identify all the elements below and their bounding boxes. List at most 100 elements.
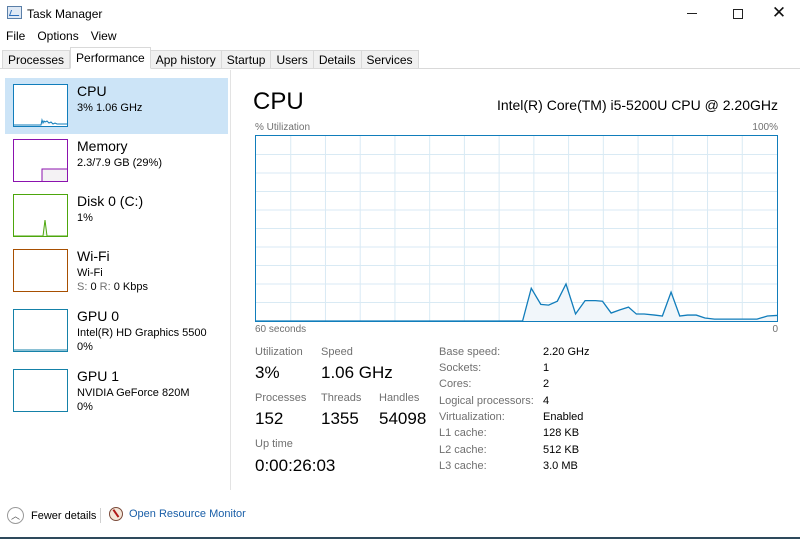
open-resource-monitor-link[interactable]: Open Resource Monitor [109, 507, 246, 521]
close-icon: ✕ [771, 3, 787, 23]
memory-thumbnail-graph [13, 139, 68, 182]
sidebar-item-disk-0[interactable]: Disk 0 (C:) 1% [5, 188, 228, 244]
graph-x-start-label: 60 seconds [255, 324, 307, 335]
utilization-label: Utilization [255, 346, 303, 358]
close-button[interactable]: ✕ [756, 0, 800, 27]
spec-label-l1-cache: L1 cache: [439, 427, 487, 439]
spec-value-l2-cache: 512 KB [543, 444, 580, 456]
fewer-details-button[interactable]: ︿ Fewer details [7, 507, 96, 524]
spec-label-l3-cache: L3 cache: [439, 460, 487, 472]
cpu-thumbnail-graph [13, 84, 68, 127]
footer-bar: ︿ Fewer details Open Resource Monitor [0, 490, 800, 539]
threads-value: 1355 [321, 409, 359, 428]
threads-label: Threads [321, 392, 362, 404]
sidebar-gpu1-model: NVIDIA GeForce 820M [77, 387, 190, 399]
wifi-receive-value: 0 Kbps [113, 281, 148, 293]
menu-file[interactable]: File [0, 27, 31, 47]
sidebar-item-gpu-0[interactable]: GPU 0 Intel(R) HD Graphics 5500 0% [5, 303, 228, 359]
chevron-up-icon: ︿ [7, 507, 24, 524]
minimize-button[interactable] [669, 0, 715, 27]
spec-value-l3-cache: 3.0 MB [543, 460, 578, 472]
sidebar-disk-detail: 1% [77, 212, 93, 224]
fewer-details-label: Fewer details [31, 509, 97, 522]
window-title: Task Manager [27, 7, 103, 21]
spec-label-cores: Cores: [439, 378, 472, 390]
cpu-utilization-chart [255, 135, 778, 322]
sidebar-item-memory[interactable]: Memory 2.3/7.9 GB (29%) [5, 133, 228, 189]
spec-value-l1-cache: 128 KB [543, 427, 580, 439]
open-resource-monitor-label: Open Resource Monitor [129, 508, 246, 520]
wifi-send-value: 0 [90, 281, 97, 293]
wifi-send-label: S: [77, 281, 88, 293]
title-bar: Task Manager ✕ [0, 0, 800, 27]
wifi-receive-label: R: [99, 281, 111, 293]
speed-label: Speed [321, 346, 353, 358]
tab-bar: Processes Performance App history Startu… [0, 47, 800, 69]
sidebar-wifi-name: Wi-Fi [77, 248, 110, 264]
spec-label-l2-cache: L2 cache: [439, 444, 487, 456]
menu-view[interactable]: View [85, 27, 123, 47]
processes-label: Processes [255, 392, 307, 404]
spec-label-logical-processors: Logical processors: [439, 395, 534, 407]
menu-bar: File Options View [0, 27, 123, 47]
minimize-icon [687, 13, 697, 14]
disk-thumbnail-sparkline [14, 219, 67, 237]
tab-app-history[interactable]: App history [150, 50, 222, 69]
graph-y-max-label: 100% [752, 122, 778, 133]
resource-title: CPU [253, 88, 304, 115]
sidebar-memory-name: Memory [77, 138, 128, 154]
sidebar-gpu1-name: GPU 1 [77, 368, 120, 384]
disk-thumbnail-graph [13, 194, 68, 237]
spec-value-cores: 2 [543, 378, 550, 390]
sidebar-gpu0-name: GPU 0 [77, 308, 120, 324]
resource-monitor-icon [109, 507, 123, 521]
graph-y-label: % Utilization [255, 122, 311, 133]
spec-value-sockets: 1 [543, 362, 550, 374]
performance-detail-panel: CPU Intel(R) Core(TM) i5-5200U CPU @ 2.2… [232, 70, 800, 490]
gpu0-thumbnail-sparkline [14, 349, 67, 351]
task-manager-app-icon [7, 6, 22, 19]
sidebar-gpu0-model: Intel(R) HD Graphics 5500 [77, 327, 207, 339]
footer-divider [100, 508, 101, 523]
cpu-utilization-graph [255, 135, 778, 322]
gpu0-thumbnail-graph [13, 309, 68, 352]
spec-value-base-speed: 2.20 GHz [543, 346, 590, 358]
spec-label-sockets: Sockets: [439, 362, 482, 374]
sidebar-item-gpu-1[interactable]: GPU 1 NVIDIA GeForce 820M 0% [5, 363, 228, 419]
sidebar-wifi-adapter: Wi-Fi [77, 267, 103, 279]
menu-options[interactable]: Options [31, 27, 84, 47]
sidebar-item-wifi[interactable]: Wi-Fi Wi-Fi S: 0 R: 0 Kbps [5, 243, 228, 299]
spec-label-virtualization: Virtualization: [439, 411, 505, 423]
spec-label-base-speed: Base speed: [439, 346, 501, 358]
sidebar-wifi-throughput: S: 0 R: 0 Kbps [77, 281, 148, 293]
spec-value-logical-processors: 4 [543, 395, 550, 407]
cpu-model-name: Intel(R) Core(TM) i5-5200U CPU @ 2.20GHz [496, 97, 778, 113]
sidebar-disk-name: Disk 0 (C:) [77, 193, 144, 209]
sidebar-memory-detail: 2.3/7.9 GB (29%) [77, 157, 162, 169]
maximize-button[interactable] [715, 0, 761, 27]
graph-x-end-label: 0 [772, 324, 778, 335]
handles-label: Handles [379, 392, 420, 404]
maximize-icon [733, 8, 743, 19]
memory-thumbnail-sparkline [41, 168, 67, 181]
spec-value-virtualization: Enabled [543, 411, 584, 423]
tab-startup[interactable]: Startup [221, 50, 272, 69]
gpu1-thumbnail-graph [13, 369, 68, 412]
cpu-thumbnail-sparkline [14, 118, 67, 126]
sidebar-gpu0-usage: 0% [77, 341, 93, 353]
processes-value: 152 [255, 409, 284, 428]
tab-users[interactable]: Users [271, 50, 314, 69]
sidebar-cpu-detail: 3% 1.06 GHz [77, 102, 143, 114]
tab-services[interactable]: Services [361, 50, 419, 69]
uptime-value: 0:00:26:03 [255, 456, 336, 475]
utilization-value: 3% [255, 363, 280, 382]
sidebar-gpu1-usage: 0% [77, 401, 93, 413]
resource-sidebar: CPU 3% 1.06 GHz Memory 2.3/7.9 GB (29%) … [0, 70, 231, 490]
uptime-label: Up time [255, 438, 293, 450]
tab-details[interactable]: Details [313, 50, 362, 69]
tab-processes[interactable]: Processes [2, 50, 71, 69]
tab-performance[interactable]: Performance [70, 47, 151, 69]
handles-value: 54098 [379, 409, 427, 428]
sidebar-item-cpu[interactable]: CPU 3% 1.06 GHz [5, 78, 228, 134]
wifi-thumbnail-graph [13, 249, 68, 292]
